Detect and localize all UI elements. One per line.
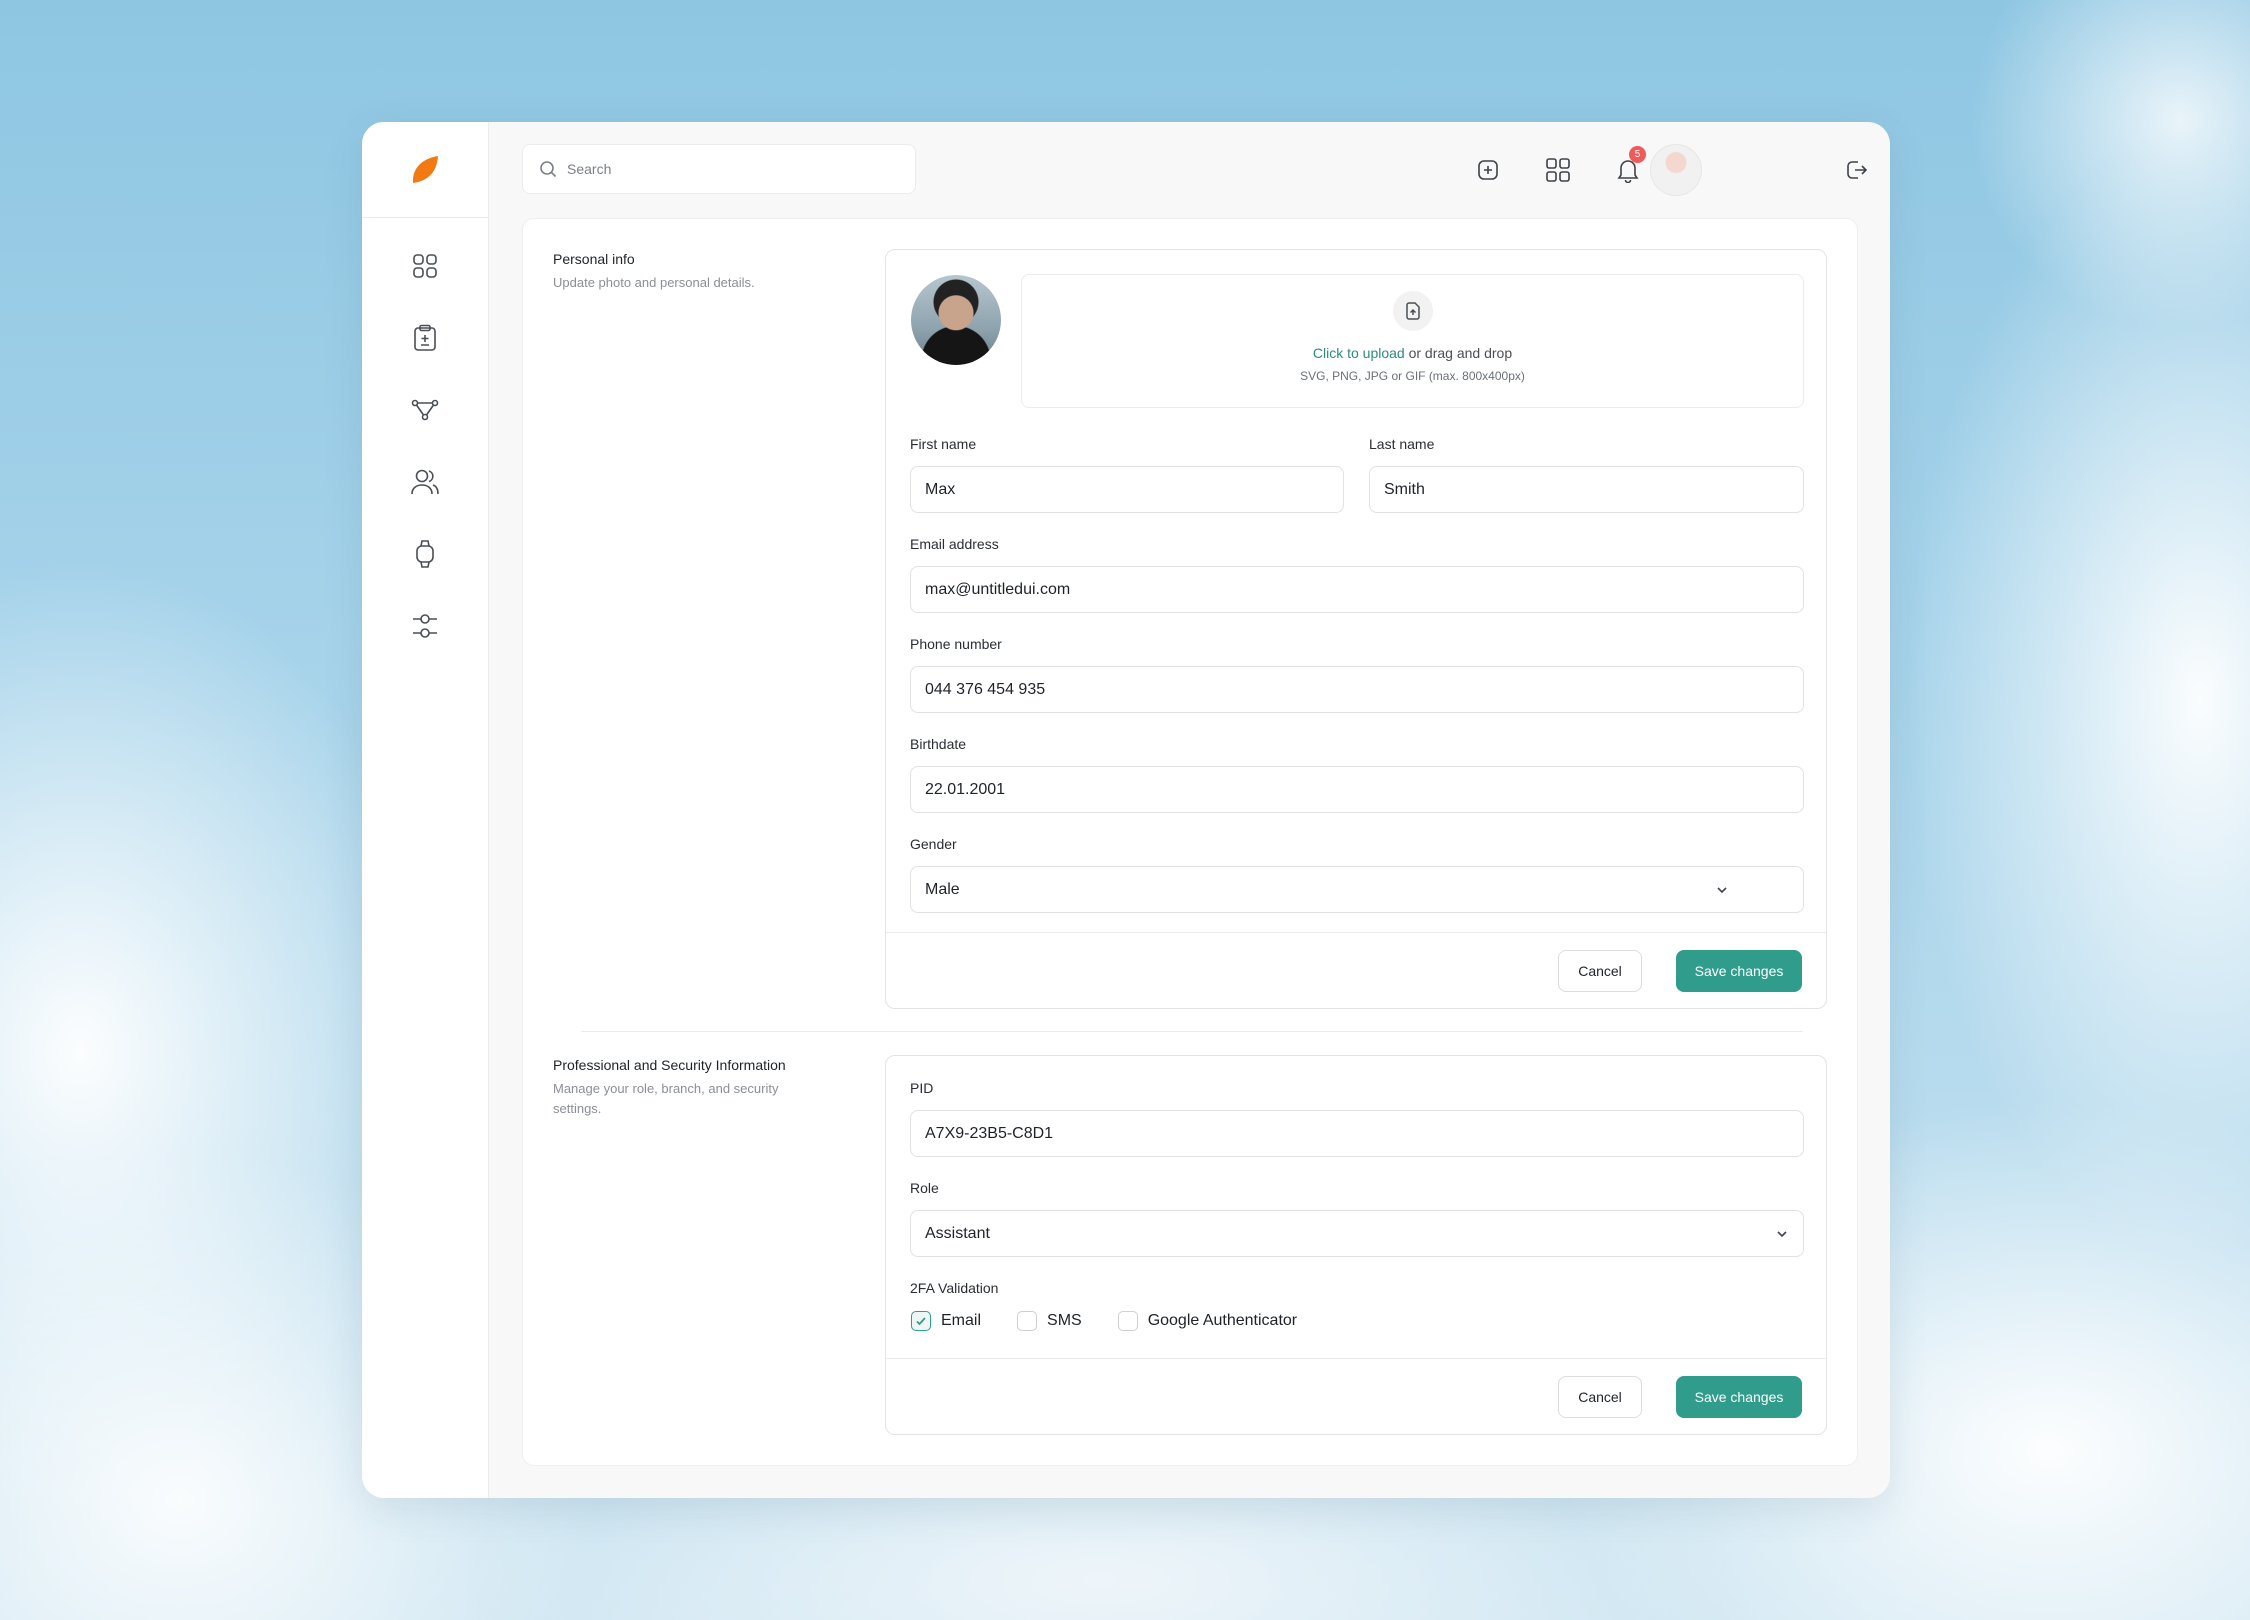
search-icon bbox=[540, 161, 557, 178]
email-input-box[interactable] bbox=[910, 566, 1804, 613]
dashboard-grid-icon bbox=[413, 254, 437, 278]
logout-button[interactable] bbox=[1838, 152, 1874, 188]
first-name-field: First name bbox=[910, 436, 1344, 513]
settings-content: Personal info Update photo and personal … bbox=[522, 218, 1858, 1466]
gender-field: Gender Male bbox=[910, 836, 1804, 913]
twofa-email-checkbox[interactable]: Email bbox=[911, 1311, 981, 1331]
last-name-field: Last name bbox=[1369, 436, 1804, 513]
checkbox[interactable] bbox=[1017, 1311, 1038, 1331]
checkbox-label: Email bbox=[941, 1312, 982, 1329]
gender-label: Gender bbox=[910, 836, 957, 852]
chevron-down-icon bbox=[1777, 1231, 1787, 1238]
leaf-logo-icon[interactable] bbox=[410, 154, 440, 186]
professional-info-card: PID Role Assistant 2FA Validation bbox=[885, 1055, 1827, 1435]
pid-field: PID bbox=[910, 1080, 1804, 1157]
profile-photo[interactable] bbox=[911, 275, 1001, 365]
last-name-input-box[interactable] bbox=[1369, 466, 1804, 513]
professional-info-header: Professional and Security Information Ma… bbox=[553, 1057, 823, 1119]
birthdate-field: Birthdate bbox=[910, 736, 1804, 813]
phone-label: Phone number bbox=[910, 636, 1002, 652]
sidebar-nav bbox=[362, 218, 488, 644]
pid-input-box[interactable] bbox=[910, 1110, 1804, 1157]
phone-input-box[interactable] bbox=[910, 666, 1804, 713]
personal-info-card: Click to upload or drag and drop SVG, PN… bbox=[885, 249, 1827, 1009]
upload-icon-wrap bbox=[1392, 291, 1433, 331]
phone-field: Phone number bbox=[910, 636, 1804, 713]
upload-instruction: Click to upload or drag and drop bbox=[1022, 345, 1803, 361]
first-name-input[interactable] bbox=[925, 480, 1329, 499]
chevron-down-icon bbox=[1717, 887, 1727, 894]
apps-button[interactable] bbox=[1540, 152, 1576, 188]
email-input[interactable] bbox=[925, 580, 1789, 599]
search-input[interactable] bbox=[567, 161, 887, 177]
cancel-button[interactable]: Cancel bbox=[1558, 1376, 1642, 1418]
pid-label: PID bbox=[910, 1080, 934, 1096]
users-icon bbox=[411, 469, 439, 495]
personal-info-header: Personal info Update photo and personal … bbox=[553, 251, 823, 293]
first-name-input-box[interactable] bbox=[910, 466, 1344, 513]
workflow-nodes-icon bbox=[411, 399, 439, 421]
upload-file-icon bbox=[1405, 302, 1420, 320]
apps-grid-icon bbox=[1546, 158, 1570, 182]
twofa-label: 2FA Validation bbox=[910, 1280, 999, 1296]
professional-card-footer: Cancel Save changes bbox=[886, 1358, 1826, 1434]
clipboard-icon bbox=[414, 324, 436, 351]
section-description: Manage your role, branch, and security s… bbox=[553, 1081, 779, 1116]
role-label: Role bbox=[910, 1180, 939, 1196]
email-label: Email address bbox=[910, 536, 999, 552]
add-button[interactable] bbox=[1470, 152, 1506, 188]
role-field: Role Assistant bbox=[910, 1180, 1804, 1257]
first-name-label: First name bbox=[910, 436, 977, 452]
check-icon bbox=[916, 1317, 926, 1326]
section-title: Personal info bbox=[553, 251, 635, 267]
section-description: Update photo and personal details. bbox=[553, 275, 755, 290]
gender-select[interactable]: Male bbox=[910, 866, 1804, 913]
sidebar-item-workflow[interactable] bbox=[403, 392, 447, 428]
sidebar-item-users[interactable] bbox=[403, 464, 447, 500]
settings-sliders-icon bbox=[413, 614, 437, 638]
birthdate-input[interactable] bbox=[925, 780, 1789, 799]
checkbox[interactable] bbox=[911, 1311, 931, 1331]
sidebar-item-dashboard[interactable] bbox=[403, 248, 447, 284]
twofa-sms-checkbox[interactable]: SMS bbox=[1017, 1311, 1082, 1331]
twofa-google-authenticator-checkbox[interactable]: Google Authenticator bbox=[1117, 1311, 1298, 1331]
photo-upload-dropzone[interactable]: Click to upload or drag and drop SVG, PN… bbox=[1021, 274, 1804, 408]
email-field: Email address bbox=[910, 536, 1804, 613]
upload-rest-text: or drag and drop bbox=[1404, 345, 1513, 361]
gender-value: Male bbox=[925, 880, 960, 898]
role-select[interactable]: Assistant bbox=[910, 1210, 1804, 1257]
notifications-button[interactable]: 5 bbox=[1610, 146, 1646, 188]
twofa-options: Email SMS Google Authenticator bbox=[911, 1311, 1333, 1331]
logout-icon bbox=[1847, 161, 1868, 179]
sidebar-item-clipboard[interactable] bbox=[403, 320, 447, 356]
last-name-input[interactable] bbox=[1384, 480, 1789, 499]
section-title: Professional and Security Information bbox=[553, 1057, 786, 1073]
save-changes-button[interactable]: Save changes bbox=[1676, 950, 1802, 992]
sidebar-item-settings[interactable] bbox=[403, 608, 447, 644]
search-box[interactable] bbox=[522, 144, 916, 194]
checkbox-label: SMS bbox=[1047, 1312, 1082, 1329]
save-changes-button[interactable]: Save changes bbox=[1676, 1376, 1802, 1418]
checkbox[interactable] bbox=[1117, 1311, 1138, 1331]
add-square-icon bbox=[1478, 160, 1498, 180]
notification-badge: 5 bbox=[1629, 146, 1646, 163]
birthdate-label: Birthdate bbox=[910, 736, 967, 752]
pid-input[interactable] bbox=[925, 1124, 1789, 1143]
watch-icon bbox=[416, 540, 434, 568]
upload-link[interactable]: Click to upload bbox=[1313, 345, 1405, 361]
user-avatar[interactable] bbox=[1650, 144, 1702, 196]
checkbox-label: Google Authenticator bbox=[1147, 1312, 1298, 1329]
phone-input[interactable] bbox=[925, 680, 1789, 699]
section-divider bbox=[581, 1031, 1803, 1032]
cancel-button[interactable]: Cancel bbox=[1558, 950, 1642, 992]
sidebar-item-watch[interactable] bbox=[403, 536, 447, 572]
birthdate-input-box[interactable] bbox=[910, 766, 1804, 813]
personal-card-footer: Cancel Save changes bbox=[886, 932, 1826, 1008]
last-name-label: Last name bbox=[1369, 436, 1435, 452]
logo-cell bbox=[362, 122, 488, 218]
role-value: Assistant bbox=[925, 1224, 990, 1242]
sidebar bbox=[362, 122, 489, 1498]
upload-hint: SVG, PNG, JPG or GIF (max. 800x400px) bbox=[1300, 369, 1525, 383]
app-window: 5 Personal info Update photo and persona… bbox=[362, 122, 1890, 1498]
